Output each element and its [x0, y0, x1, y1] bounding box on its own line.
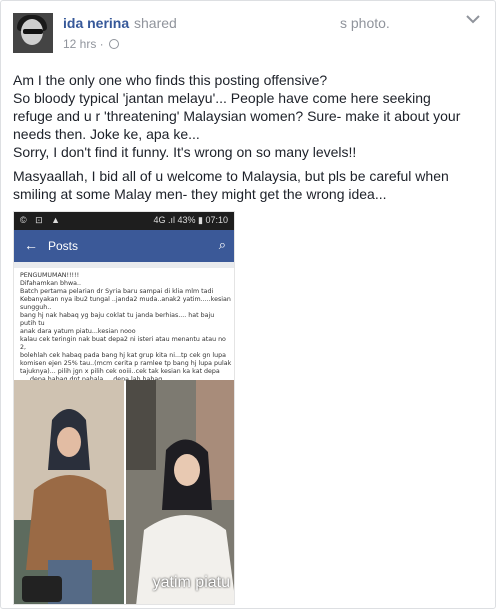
globe-icon: [108, 39, 119, 49]
post-line: Masyaallah, I bid all of u welcome to Ma…: [13, 168, 449, 184]
phone-status-bar: © ⊡ ▲ 4G .ıl 43% ▮ 07:10: [14, 212, 234, 230]
photo-caption: yatim piatu: [152, 574, 230, 591]
app-bar-title: Posts: [48, 239, 79, 253]
chevron-down-icon[interactable]: [465, 13, 481, 25]
woman-white-top-image: [126, 380, 234, 604]
right-photo: yatim piatu: [126, 380, 234, 604]
post-meta: 12 hrs ·: [63, 37, 119, 51]
shared-photo[interactable]: © ⊡ ▲ 4G .ıl 43% ▮ 07:10 ← Posts ⌕ PENGU…: [13, 211, 235, 605]
post-message: Am I the only one who finds this posting…: [13, 71, 491, 209]
left-photo: [14, 380, 124, 604]
timestamp[interactable]: 12 hrs ·: [63, 37, 104, 51]
post-card: ida nerina shared s photo. 12 hrs · Am I…: [0, 0, 496, 609]
post-paragraph-2: Masyaallah, I bid all of u welcome to Ma…: [13, 167, 491, 203]
announcement-text: PENGUMUMAN!!!!! Difahamkan bhwa.. Batch …: [20, 272, 232, 384]
notice-line: kalau cek teringin nak buat depa2 ni ist…: [20, 336, 226, 351]
back-arrow-icon: ←: [24, 237, 38, 253]
divider: [14, 262, 234, 268]
post-line: So bloody typical 'jantan melayu'... Peo…: [13, 90, 431, 106]
notice-line: Difahamkan bhwa..: [20, 280, 82, 287]
avatar-glasses: [23, 29, 43, 34]
notice-line: komisen ejen 25% tau..(mcm cerita p raml…: [20, 360, 232, 367]
author-name[interactable]: ida nerina: [63, 15, 129, 31]
notice-line: PENGUMUMAN!!!!!: [20, 272, 80, 279]
notice-line: sungguh..: [20, 304, 52, 311]
notice-line: bolehlah cek habaq pada bang hj kat grup…: [20, 352, 227, 359]
post-line: Sorry, I don't find it funny. It's wrong…: [13, 144, 357, 160]
woman-brown-jacket-image: [14, 380, 124, 604]
search-icon: ⌕: [218, 237, 226, 252]
post-line: smiling at some Malay men- they might ge…: [13, 186, 387, 202]
status-icons-left: © ⊡ ▲: [20, 215, 64, 225]
status-icons-right: 4G .ıl 43% ▮ 07:10: [153, 215, 229, 225]
post-line: Am I the only one who finds this posting…: [13, 72, 328, 88]
photo-link[interactable]: s photo.: [340, 15, 390, 31]
post-line: refuge and u r 'threatening' Malaysian w…: [13, 108, 461, 124]
notice-line: Batch pertama pelarian dr Syria baru sam…: [20, 288, 214, 295]
photo-collage: yatim piatu: [14, 380, 234, 604]
notice-line: Kebanyakan nya ibu2 tungal ..janda2 muda…: [20, 296, 231, 303]
phone-app-bar: ← Posts ⌕: [14, 230, 234, 262]
avatar[interactable]: [13, 13, 53, 53]
notice-line: bang hj nak habaq yg baju coklat tu jand…: [20, 312, 215, 327]
notice-line: anak dara yatum piatu...kesian nooo: [20, 328, 136, 335]
notice-line: tajuknya)... pilih jgn x pilih cek ooiii…: [20, 368, 220, 375]
post-line: needs then. Joke ke, apa ke...: [13, 126, 200, 142]
shared-label: shared: [134, 15, 177, 31]
post-paragraph-1: Am I the only one who finds this posting…: [13, 71, 491, 161]
